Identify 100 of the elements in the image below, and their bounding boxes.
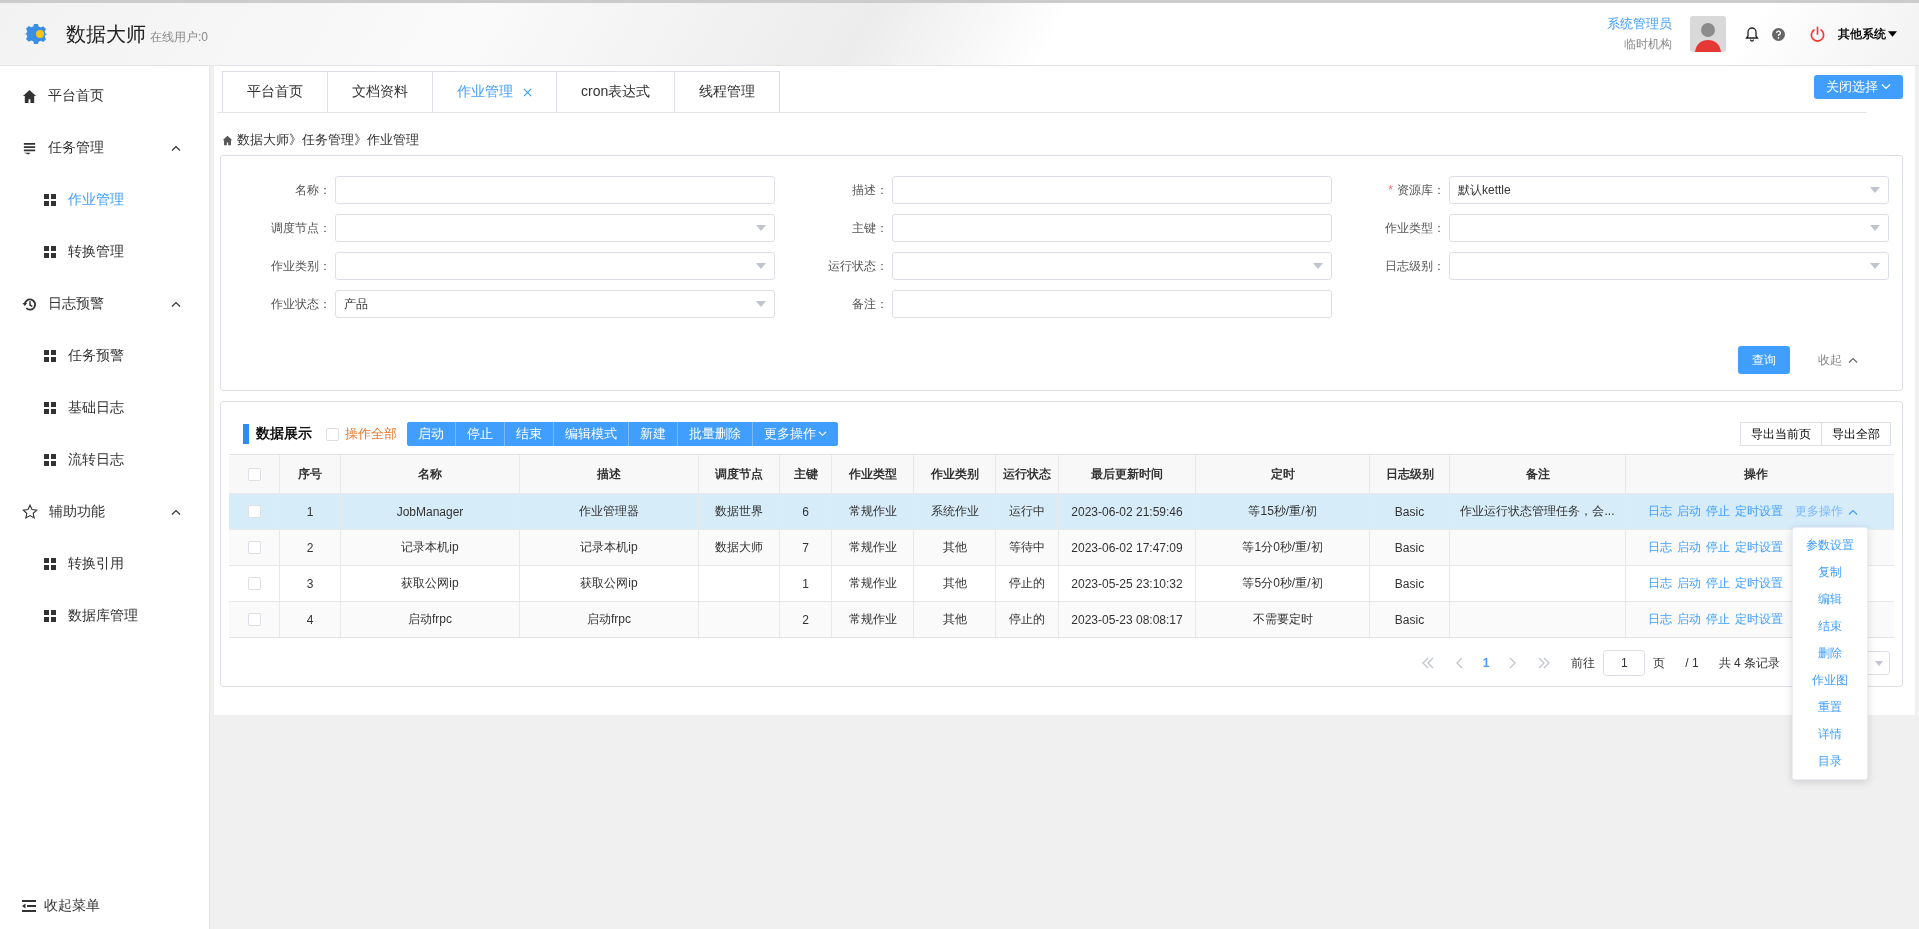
menu-item[interactable]: 平台首页 — [0, 70, 209, 122]
input-field[interactable] — [892, 214, 1332, 242]
action-link[interactable]: 日志 — [1648, 575, 1672, 592]
page-input[interactable]: 1 — [1603, 650, 1646, 676]
action-link[interactable]: 日志 — [1648, 539, 1672, 556]
export-button[interactable]: 导出全部 — [1822, 422, 1891, 446]
select-field[interactable] — [335, 214, 775, 242]
tab[interactable]: 文档资料 — [328, 72, 433, 112]
action-link[interactable]: 启动 — [1677, 539, 1701, 556]
action-link[interactable]: 定时设置 — [1735, 503, 1783, 520]
home-icon — [222, 134, 233, 146]
table-cell: 等5分0秒/重/初 — [1242, 575, 1323, 592]
table-cell: Basic — [1394, 504, 1425, 519]
submenu-item[interactable]: 基础日志 — [0, 382, 209, 434]
action-link[interactable]: 停止 — [1706, 611, 1730, 628]
select-field[interactable]: 产品 — [335, 290, 775, 318]
action-link[interactable]: 启动 — [1677, 611, 1701, 628]
submenu-item[interactable]: 转换引用 — [0, 538, 209, 590]
submenu-item[interactable]: 流转日志 — [0, 434, 209, 486]
collapse-filters-link[interactable]: 收起 — [1818, 351, 1858, 369]
menu-option[interactable]: 参数设置 — [1793, 532, 1867, 559]
checkbox[interactable] — [326, 427, 339, 441]
export-button[interactable]: 导出当前页 — [1740, 422, 1822, 446]
checkbox[interactable] — [247, 613, 261, 626]
system-menu[interactable]: 其他系统 — [1838, 25, 1897, 43]
last-page-icon[interactable] — [1537, 657, 1552, 669]
next-page-icon[interactable] — [1509, 657, 1518, 669]
checkbox[interactable] — [247, 505, 261, 518]
checkbox[interactable] — [247, 467, 261, 481]
select-field[interactable] — [892, 252, 1332, 280]
table-row[interactable]: 1 JobManager 作业管理器 数据世界 6 常规作业 系统作业 运行中 2023-06-02 21:59:46 等15秒/重/初 Basic 作业运行状态管理任务，会... 日志 启动 停止 定时设置 更多操作 — [229, 493, 1894, 529]
input-field[interactable] — [335, 176, 775, 204]
power-icon[interactable] — [1809, 25, 1826, 43]
action-link[interactable]: 定时设置 — [1735, 575, 1783, 592]
table-cell: 常规作业 — [848, 575, 897, 592]
menu-option[interactable]: 详情 — [1793, 721, 1867, 748]
input-field[interactable] — [892, 290, 1332, 318]
submenu-item[interactable]: 任务预警 — [0, 330, 209, 382]
menu-group[interactable]: 任务管理 — [0, 122, 209, 174]
submenu-item[interactable]: 数据库管理 — [0, 590, 209, 642]
menu-option[interactable]: 重置 — [1793, 694, 1867, 721]
help-icon[interactable] — [1772, 27, 1785, 41]
menu-option[interactable]: 删除 — [1793, 640, 1867, 667]
select-field[interactable] — [335, 252, 775, 280]
input-field[interactable] — [892, 176, 1332, 204]
menu-option[interactable]: 结束 — [1793, 613, 1867, 640]
dropdown-arrow-icon — [1870, 263, 1880, 269]
action-link[interactable]: 日志 — [1648, 503, 1672, 520]
action-link[interactable]: 日志 — [1648, 611, 1672, 628]
column-header: 运行状态 — [1003, 465, 1051, 483]
select-field[interactable] — [1449, 252, 1889, 280]
select-all-checkbox[interactable]: 操作全部 — [326, 425, 397, 443]
select-field[interactable]: 默认kettle — [1449, 176, 1889, 204]
page-number[interactable]: 1 — [1482, 656, 1490, 670]
online-users: 在线用户:0 — [150, 28, 208, 46]
table-cell: Basic — [1394, 540, 1425, 555]
action-link[interactable]: 定时设置 — [1735, 539, 1783, 556]
table-cell: 运行中 — [1009, 503, 1045, 520]
submenu-item[interactable]: 转换管理 — [0, 226, 209, 278]
more-actions-link[interactable]: 更多操作 — [1795, 503, 1858, 520]
menu-group[interactable]: 日志预警 — [0, 278, 209, 330]
collapse-menu-button[interactable]: 收起菜单 — [0, 897, 209, 915]
action-link[interactable]: 停止 — [1706, 575, 1730, 592]
chevron-icon — [1848, 357, 1858, 363]
column-header: 名称 — [418, 465, 442, 483]
avatar-icon[interactable] — [1690, 16, 1726, 52]
tab[interactable]: 作业管理 — [433, 72, 557, 112]
action-link[interactable]: 停止 — [1706, 539, 1730, 556]
star-icon — [22, 504, 38, 520]
tab[interactable]: 平台首页 — [223, 72, 328, 112]
first-page-icon[interactable] — [1420, 657, 1435, 669]
bell-icon[interactable] — [1744, 26, 1760, 42]
previous-page-icon[interactable] — [1454, 657, 1463, 669]
dropdown-arrow-icon — [1870, 225, 1880, 231]
submenu-item[interactable]: 作业管理 — [0, 174, 209, 226]
menu-option[interactable]: 作业图 — [1793, 667, 1867, 694]
column-header: 描述 — [597, 465, 621, 483]
checkbox[interactable] — [247, 577, 261, 590]
tab[interactable]: cron表达式 — [557, 72, 676, 112]
select-field[interactable] — [1449, 214, 1889, 242]
action-link[interactable]: 停止 — [1706, 503, 1730, 520]
goto-label: 前往 — [1571, 654, 1596, 672]
menu-group[interactable]: 辅助功能 — [0, 486, 209, 538]
action-link[interactable]: 启动 — [1677, 503, 1701, 520]
close-icon[interactable] — [523, 87, 532, 97]
chevron-icon — [1848, 508, 1858, 515]
action-link[interactable]: 定时设置 — [1735, 611, 1783, 628]
action-link[interactable]: 启动 — [1677, 575, 1701, 592]
checkbox[interactable] — [247, 541, 261, 554]
table-cell: 等待中 — [1009, 539, 1045, 556]
table-cell: Basic — [1394, 612, 1425, 627]
chevron-icon — [818, 431, 827, 437]
table-cell: 6 — [802, 504, 809, 519]
table-cell: 数据大师 — [715, 539, 763, 556]
user-name[interactable]: 系统管理员 — [1607, 15, 1672, 33]
search-button[interactable]: 查询 — [1738, 346, 1790, 374]
toolbar-button[interactable]: 启动 — [407, 422, 456, 446]
tab[interactable]: 线程管理 — [675, 72, 780, 112]
menu-option[interactable]: 目录 — [1793, 748, 1867, 775]
close-tabs-button[interactable]: 关闭选择 — [1814, 75, 1903, 99]
